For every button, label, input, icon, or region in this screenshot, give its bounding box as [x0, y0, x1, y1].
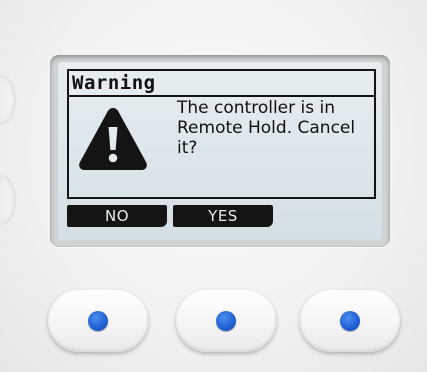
dialog-message: The controller is in Remote Hold. Cancel… [177, 98, 356, 158]
warning-dialog: Warning The controller is in Remote Hold… [67, 69, 376, 199]
right-function-button[interactable] [300, 290, 400, 352]
no-softkey[interactable]: NO [67, 205, 167, 227]
lcd-screen: Warning The controller is in Remote Hold… [58, 62, 382, 240]
left-function-button[interactable] [48, 290, 148, 352]
yes-softkey[interactable]: YES [173, 205, 273, 227]
controller-panel: Warning The controller is in Remote Hold… [0, 0, 427, 372]
button-led-icon [88, 311, 108, 331]
button-led-icon [216, 311, 236, 331]
side-grip [0, 75, 16, 125]
button-led-icon [340, 311, 360, 331]
softkey-bar: NO YES [67, 205, 376, 227]
dialog-title-bar: Warning [69, 71, 374, 97]
dialog-title: Warning [72, 72, 156, 94]
middle-function-button[interactable] [176, 290, 276, 352]
warning-triangle-icon [79, 108, 147, 170]
side-grip [0, 175, 16, 225]
